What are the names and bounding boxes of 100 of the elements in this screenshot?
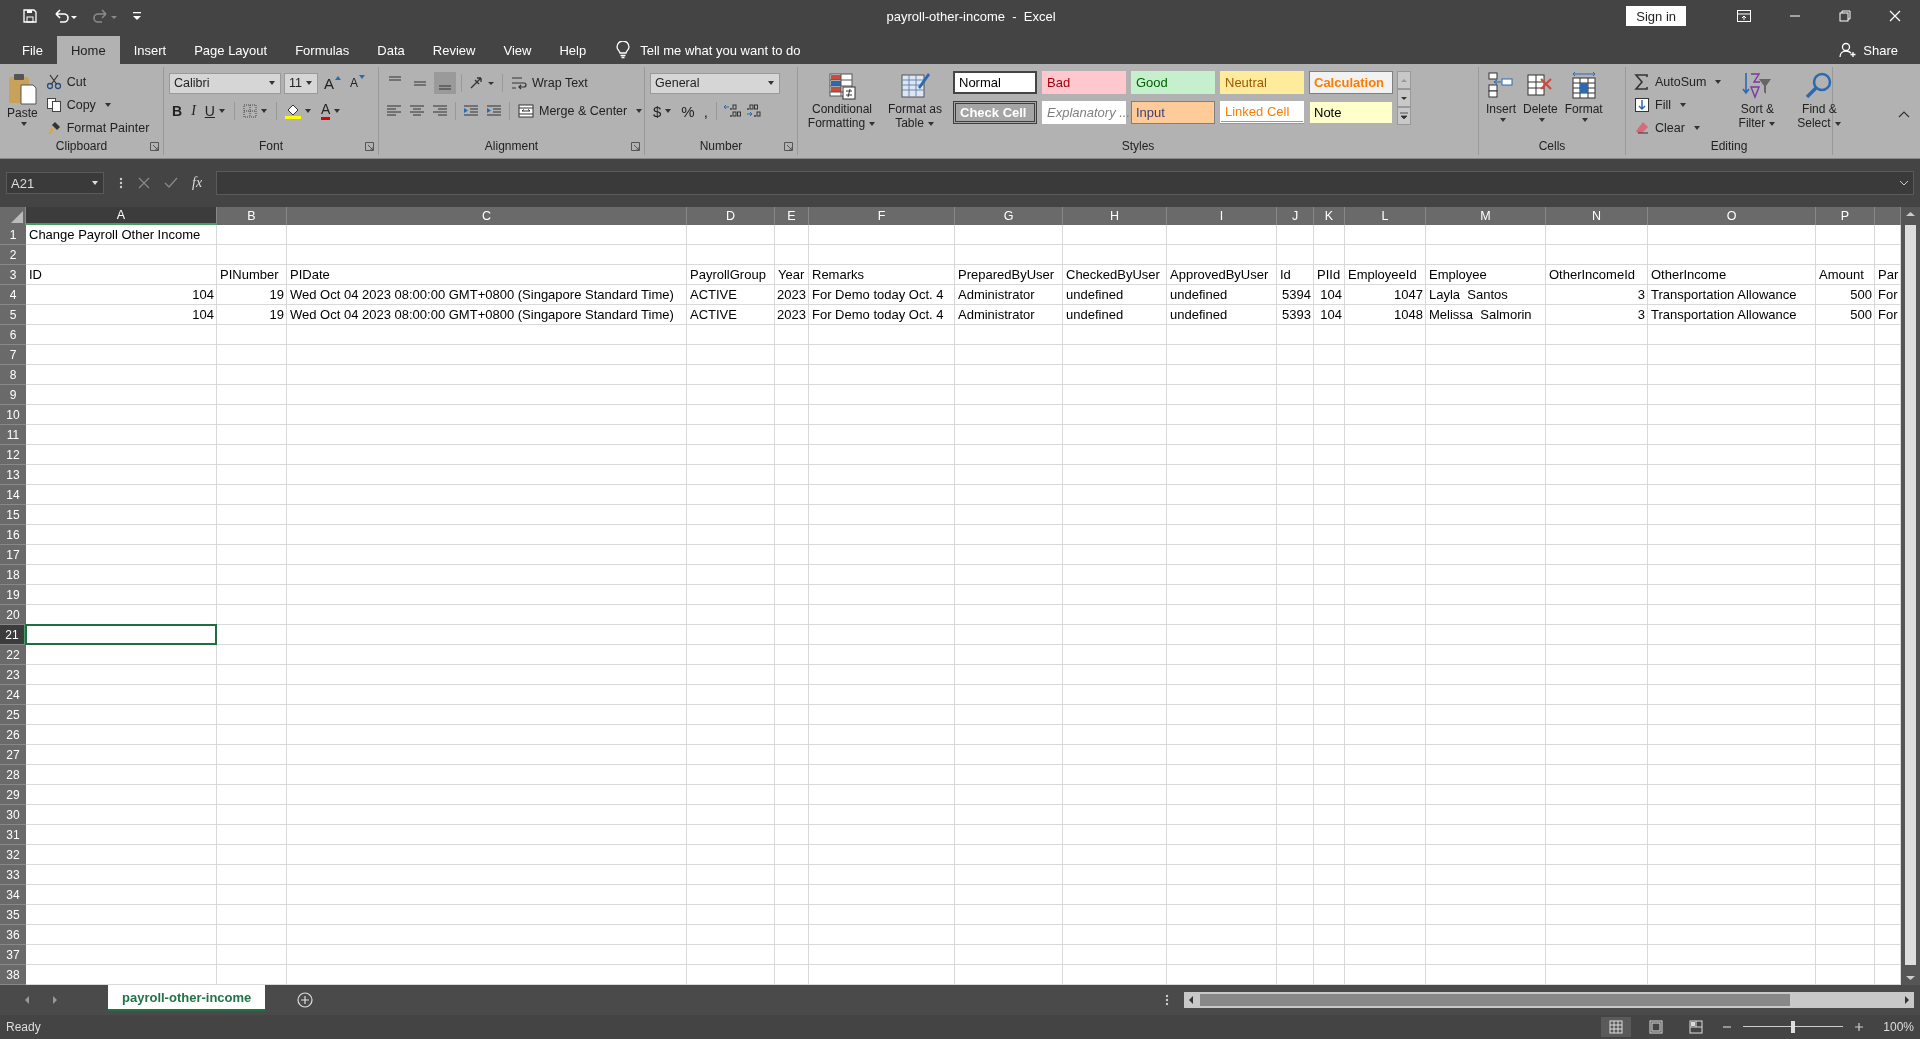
zoom-level[interactable]: 100%: [1883, 1020, 1914, 1034]
sort-filter-button[interactable]: Sort & Filter: [1728, 69, 1787, 132]
format-as-table-button[interactable]: Format as Table: [884, 69, 946, 132]
dialog-launcher-icon[interactable]: [631, 142, 640, 151]
font-size-field[interactable]: 11: [284, 72, 318, 94]
row-header[interactable]: 36: [0, 925, 26, 945]
more-options-icon[interactable]: [1164, 993, 1170, 1007]
align-bottom-icon[interactable]: [434, 72, 456, 94]
row-header[interactable]: 7: [0, 345, 26, 365]
tell-me-search[interactable]: Tell me what you want to do: [600, 36, 801, 64]
zoom-slider-thumb[interactable]: [1791, 1021, 1796, 1033]
copy-button[interactable]: Copy: [42, 94, 153, 116]
ribbon-tab[interactable]: View: [489, 36, 546, 64]
ribbon-tab[interactable]: Data: [363, 36, 419, 64]
cell-style-option[interactable]: Input: [1131, 100, 1215, 124]
underline-button[interactable]: U: [201, 100, 229, 122]
row-header[interactable]: 35: [0, 905, 26, 925]
cell-style-option[interactable]: Good: [1131, 71, 1215, 94]
enter-icon[interactable]: [164, 177, 178, 189]
row-header[interactable]: 9: [0, 385, 26, 405]
sign-in-button[interactable]: Sign in: [1626, 6, 1686, 26]
find-select-button[interactable]: Find & Select: [1789, 69, 1850, 132]
row-header[interactable]: 5: [0, 305, 26, 325]
paste-button[interactable]: Paste: [5, 69, 40, 129]
ribbon-tab[interactable]: Help: [545, 36, 601, 64]
cell-style-option[interactable]: Bad: [1042, 71, 1126, 94]
row-header[interactable]: 31: [0, 825, 26, 845]
row-header[interactable]: 28: [0, 765, 26, 785]
row-header[interactable]: 10: [0, 405, 26, 425]
row-header[interactable]: 37: [0, 945, 26, 965]
column-header[interactable]: N: [1546, 207, 1648, 225]
currency-button[interactable]: $: [650, 100, 676, 122]
row-header[interactable]: 26: [0, 725, 26, 745]
insert-function-button[interactable]: fx: [192, 175, 203, 191]
row-header[interactable]: 18: [0, 565, 26, 585]
font-color-button[interactable]: A: [317, 100, 345, 122]
number-format-field[interactable]: General: [650, 72, 780, 94]
dialog-launcher-icon[interactable]: [365, 142, 374, 151]
row-header[interactable]: 12: [0, 445, 26, 465]
comma-style-button[interactable]: ,: [700, 100, 711, 122]
active-cell[interactable]: [25, 624, 217, 645]
collapse-ribbon-icon[interactable]: [1898, 110, 1910, 118]
row-header[interactable]: 20: [0, 605, 26, 625]
cell-style-option[interactable]: Normal: [953, 71, 1037, 94]
grow-font-button[interactable]: A: [321, 72, 344, 94]
row-header[interactable]: 11: [0, 425, 26, 445]
row-header[interactable]: 38: [0, 965, 26, 985]
row-header[interactable]: 21: [0, 625, 26, 645]
clear-button[interactable]: Clear: [1631, 117, 1726, 139]
restore-icon[interactable]: [1839, 10, 1851, 22]
select-all-button[interactable]: [0, 207, 26, 225]
ribbon-tab[interactable]: File: [8, 36, 57, 64]
undo-icon[interactable]: [52, 8, 78, 24]
shrink-font-button[interactable]: A: [347, 72, 369, 94]
ribbon-tab[interactable]: Insert: [119, 36, 181, 64]
zoom-in-icon[interactable]: [1853, 1021, 1866, 1033]
horizontal-scrollbar[interactable]: [1184, 992, 1914, 1008]
column-header[interactable]: I: [1167, 207, 1277, 225]
sheet-tab[interactable]: payroll-other-income: [108, 985, 266, 1011]
font-name-field[interactable]: Calibri: [169, 72, 281, 94]
row-header[interactable]: 23: [0, 665, 26, 685]
row-header[interactable]: 27: [0, 745, 26, 765]
column-header[interactable]: A: [26, 207, 217, 225]
row-header[interactable]: 19: [0, 585, 26, 605]
row-header[interactable]: 22: [0, 645, 26, 665]
percent-button[interactable]: %: [678, 100, 698, 122]
column-header[interactable]: C: [287, 207, 687, 225]
add-sheet-icon[interactable]: [297, 992, 314, 1008]
scrollbar-thumb[interactable]: [1905, 225, 1916, 965]
column-header[interactable]: G: [955, 207, 1063, 225]
ribbon-tab[interactable]: Review: [418, 36, 490, 64]
column-header[interactable]: D: [687, 207, 775, 225]
ribbon-tab[interactable]: Formulas: [281, 36, 364, 64]
row-header[interactable]: 34: [0, 885, 26, 905]
wrap-text-button[interactable]: Wrap Text: [508, 72, 591, 94]
column-header[interactable]: L: [1345, 207, 1426, 225]
insert-button[interactable]: Insert: [1484, 69, 1518, 125]
column-header[interactable]: K: [1314, 207, 1345, 225]
row-header[interactable]: 30: [0, 805, 26, 825]
cell-style-option[interactable]: Note: [1309, 100, 1393, 124]
formula-input[interactable]: [216, 171, 1914, 195]
column-header[interactable]: O: [1648, 207, 1816, 225]
format-button[interactable]: Format: [1562, 69, 1605, 125]
dialog-launcher-icon[interactable]: [784, 142, 793, 151]
row-header[interactable]: 2: [0, 245, 26, 265]
column-header[interactable]: B: [217, 207, 287, 225]
column-header[interactable]: M: [1426, 207, 1546, 225]
autosum-button[interactable]: AutoSum: [1631, 71, 1726, 93]
save-icon[interactable]: [22, 8, 38, 24]
row-header[interactable]: 24: [0, 685, 26, 705]
merge-center-button[interactable]: Merge & Center: [515, 100, 647, 122]
row-header[interactable]: 17: [0, 545, 26, 565]
name-box[interactable]: A21: [6, 172, 104, 194]
column-header[interactable]: H: [1063, 207, 1167, 225]
column-header[interactable]: J: [1277, 207, 1314, 225]
cancel-icon[interactable]: [138, 177, 150, 189]
row-header[interactable]: 13: [0, 465, 26, 485]
customize-caret-icon[interactable]: [132, 10, 142, 22]
normal-view-icon[interactable]: [1601, 1017, 1632, 1037]
more-styles-icon[interactable]: [1397, 107, 1411, 125]
